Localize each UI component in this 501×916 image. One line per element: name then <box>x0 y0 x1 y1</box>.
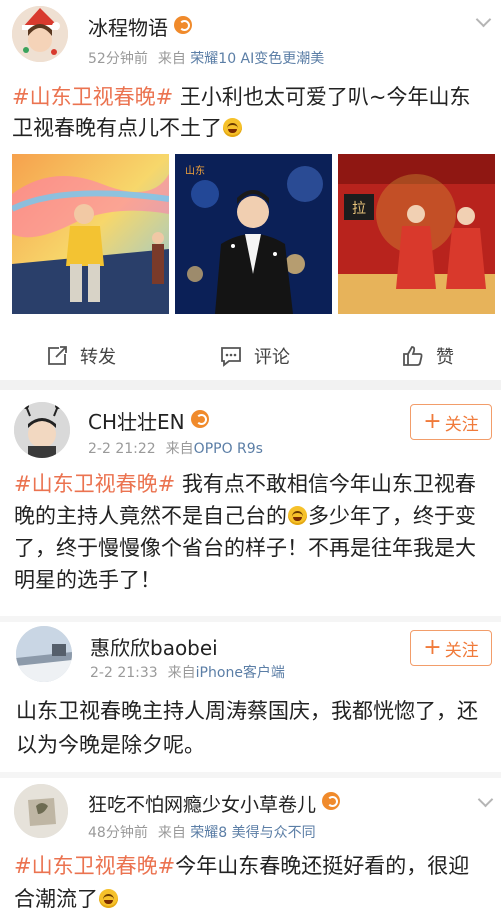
weibo-post: 狂吃不怕网瘾少女小草卷儿 48分钟前 来自 荣耀8 美得与众不同 #山东卫视春晚#… <box>0 778 501 914</box>
weibo-post: 冰程物语 52分钟前 来自 荣耀10 AI变色更潮美 #山东卫视春晚# 王小利也太… <box>0 0 501 380</box>
post-meta: 2-2 21:22 来自OPPO R9s <box>88 438 263 458</box>
post-source[interactable]: OPPO R9s <box>194 441 263 457</box>
source-prefix: 来自 <box>165 441 194 457</box>
post-text: #山东卫视春晚# 王小利也太可爱了叭~今年山东卫视春晚有点儿不土了 <box>12 85 471 140</box>
author-name[interactable]: 冰程物语 <box>88 12 192 41</box>
post-image-3[interactable]: 拉 <box>338 154 495 314</box>
author-name[interactable]: CH壮壮EN <box>88 406 209 435</box>
post-text: #山东卫视春晚# 我有点不敢相信今年山东卫视春晚的主持人竟然不是自己台的 多少年了… <box>14 472 476 592</box>
follow-button[interactable]: + 关注 <box>410 404 492 440</box>
post-source[interactable]: iPhone客户端 <box>196 665 285 681</box>
author-avatar[interactable] <box>14 784 68 838</box>
chevron-down-icon[interactable] <box>477 791 494 808</box>
comment-icon <box>221 347 241 367</box>
post-image-2[interactable]: 山东 <box>175 154 332 314</box>
post-action-bar: 转发 评论 赞 <box>0 332 501 380</box>
author-avatar[interactable] <box>14 402 70 458</box>
author-name[interactable]: 狂吃不怕网瘾少女小草卷儿 <box>88 790 341 817</box>
like-button[interactable]: 赞 <box>402 332 454 380</box>
source-prefix: 来自 <box>167 665 196 681</box>
post-text: 山东卫视春晚主持人周涛蔡国庆，我都恍惚了，还以为今晚是除夕呢。 <box>16 699 478 757</box>
weibo-post: 惠欣欣baobei 2-2 21:33 来自iPhone客户端 + 关注 山东卫视春… <box>0 622 501 772</box>
post-time: 52分钟前 <box>88 51 148 67</box>
chevron-down-icon[interactable] <box>475 11 492 28</box>
post-time: 48分钟前 <box>88 825 148 841</box>
laugh-emoji-icon <box>288 506 307 525</box>
laugh-emoji-icon <box>99 889 118 908</box>
repost-button[interactable]: 转发 <box>46 332 116 380</box>
post-meta: 52分钟前 来自 荣耀10 AI变色更潮美 <box>88 48 324 68</box>
stage-sign-text: 拉 <box>352 201 366 217</box>
plus-icon: + <box>423 635 442 660</box>
author-name[interactable]: 惠欣欣baobei <box>90 632 218 661</box>
post-meta: 2-2 21:33 来自iPhone客户端 <box>90 662 285 682</box>
verified-badge-icon <box>190 410 209 428</box>
section-divider <box>0 380 501 390</box>
topic-link[interactable]: #山东卫视春晚# <box>14 472 175 496</box>
post-time: 2-2 21:22 <box>88 441 156 457</box>
post-source[interactable]: 荣耀10 AI变色更潮美 <box>190 51 324 67</box>
channel-logo: 山东 <box>185 166 205 177</box>
laugh-emoji-icon <box>223 118 242 137</box>
post-image-1[interactable] <box>12 154 169 314</box>
post-source[interactable]: 荣耀8 美得与众不同 <box>190 825 315 841</box>
post-text: #山东卫视春晚#今年山东春晚还挺好看的，很迎合潮流了 <box>14 854 470 911</box>
comment-button[interactable]: 评论 <box>220 332 290 380</box>
thumbs-up-icon <box>403 346 423 366</box>
follow-button[interactable]: + 关注 <box>410 630 492 666</box>
author-avatar[interactable] <box>12 6 68 62</box>
verified-badge-icon <box>174 16 192 34</box>
source-prefix: 来自 <box>157 825 186 841</box>
post-time: 2-2 21:33 <box>90 665 158 681</box>
repost-icon <box>48 346 67 365</box>
post-meta: 48分钟前 来自 荣耀8 美得与众不同 <box>88 822 316 842</box>
source-prefix: 来自 <box>157 51 186 67</box>
author-avatar[interactable] <box>16 626 72 682</box>
topic-link[interactable]: #山东卫视春晚# <box>12 85 173 109</box>
plus-icon: + <box>423 409 442 434</box>
verified-badge-icon <box>322 792 341 810</box>
topic-link[interactable]: #山东卫视春晚# <box>14 854 175 878</box>
weibo-post: CH壮壮EN 2-2 21:22 来自OPPO R9s + 关注 #山东卫视春晚# … <box>0 390 501 616</box>
